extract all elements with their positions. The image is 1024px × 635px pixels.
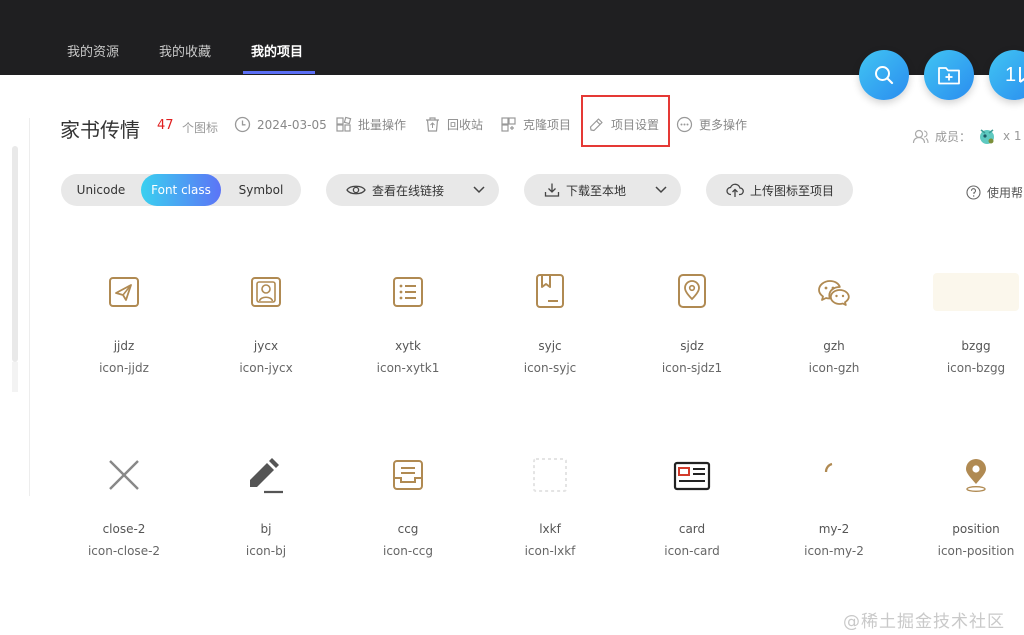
nav-tab-my-projects[interactable]: 我的项目	[251, 41, 303, 60]
search-button[interactable]	[859, 50, 909, 100]
dotted-square-icon[interactable]	[532, 457, 568, 497]
nav-tab-my-resources[interactable]: 我的资源	[67, 41, 119, 60]
pencil-icon[interactable]	[247, 456, 285, 498]
blank-icon[interactable]	[933, 273, 1019, 311]
active-tab-indicator	[243, 71, 315, 74]
members-icon	[912, 129, 929, 143]
help-link[interactable]: 使用帮	[966, 184, 1023, 201]
format-tab-font-class[interactable]: Font class	[141, 174, 221, 206]
icon-class: icon-xytk1	[376, 361, 440, 375]
format-switch: Unicode Font class Symbol	[61, 174, 301, 206]
icon-class: icon-sjdz1	[661, 361, 723, 375]
icon-count-label: 个图标	[182, 121, 219, 135]
icon-name: my-2	[818, 522, 850, 536]
vertical-divider	[29, 118, 30, 496]
icon-class: icon-lxkf	[524, 544, 576, 558]
partial-arc-icon[interactable]	[822, 460, 846, 488]
members-label: 成员：	[935, 129, 972, 144]
id-card-icon[interactable]	[250, 275, 282, 313]
avatar	[980, 129, 995, 144]
icon-class: icon-jjdz	[99, 361, 149, 375]
icon-name: ccg	[397, 522, 419, 536]
icon-name: xytk	[395, 339, 421, 353]
watermark: @稀土掘金技术社区	[843, 612, 1005, 632]
project-date: 2024-03-05	[234, 116, 327, 133]
cloud-upload-icon	[726, 183, 744, 197]
list-icon[interactable]	[392, 275, 424, 313]
icon-count: 47	[157, 118, 174, 133]
bookmark-book-icon[interactable]	[534, 273, 566, 313]
nav-tab-my-favorites[interactable]: 我的收藏	[159, 41, 211, 60]
icon-name: bzgg	[961, 339, 991, 353]
clock-icon	[234, 116, 251, 133]
arrow-icon	[1019, 67, 1024, 83]
question-icon	[966, 185, 981, 200]
icon-name: bj	[260, 522, 272, 536]
close-icon[interactable]	[107, 458, 141, 496]
more-operations-label: 更多操作	[699, 118, 748, 132]
pin-icon[interactable]	[963, 458, 989, 496]
icon-name: close-2	[102, 522, 146, 536]
settings-highlight-box	[581, 95, 670, 147]
members-count: x 1	[1003, 129, 1022, 143]
format-tab-unicode[interactable]: Unicode	[61, 174, 141, 206]
members-info[interactable]: 成员： x 1	[912, 126, 1022, 146]
batch-grid-icon	[336, 116, 352, 132]
add-folder-button[interactable]	[924, 50, 974, 100]
eye-icon	[346, 185, 366, 195]
wechat-icon[interactable]	[817, 278, 851, 310]
upload-fab-button[interactable]: 1	[989, 50, 1024, 100]
icon-name: sjdz	[680, 339, 704, 353]
chevron-down-icon	[473, 186, 485, 194]
inbox-icon[interactable]	[392, 459, 424, 495]
view-online-link-label: 查看在线链接	[372, 183, 445, 198]
download-icon	[544, 183, 560, 197]
icon-class: icon-position	[937, 544, 1015, 558]
icon-name: card	[678, 522, 706, 536]
icon-class: icon-card	[664, 544, 720, 558]
icon-class: icon-my-2	[804, 544, 864, 558]
side-scroll-track-end	[12, 362, 18, 392]
clone-project-button[interactable]: 克隆项目	[500, 116, 571, 133]
icon-name: lxkf	[539, 522, 561, 536]
paper-plane-icon[interactable]	[108, 275, 140, 313]
batch-operation-button[interactable]: 批量操作	[335, 116, 406, 133]
icon-class: icon-gzh	[808, 361, 860, 375]
search-icon	[875, 66, 894, 85]
chevron-down-icon	[655, 186, 667, 194]
icon-class: icon-bzgg	[946, 361, 1006, 375]
icon-name: syjc	[538, 339, 562, 353]
card-icon[interactable]	[673, 461, 711, 495]
download-local-label: 下载至本地	[566, 183, 627, 198]
icon-class: icon-jycx	[239, 361, 293, 375]
download-local-dropdown[interactable]: 下载至本地	[524, 174, 681, 206]
recycle-bin-button[interactable]: 回收站	[424, 116, 483, 133]
fab-label: 1	[1005, 63, 1017, 86]
side-scroll-track[interactable]	[12, 146, 18, 362]
format-tab-symbol[interactable]: Symbol	[221, 174, 301, 206]
icon-class: icon-syjc	[523, 361, 577, 375]
batch-operation-label: 批量操作	[358, 118, 407, 132]
icon-class: icon-close-2	[87, 544, 161, 558]
icon-name: gzh	[823, 339, 845, 353]
more-dots-icon	[676, 116, 693, 133]
icon-class: icon-bj	[245, 544, 287, 558]
clone-icon	[501, 117, 516, 132]
location-card-icon[interactable]	[676, 273, 708, 313]
icon-name: position	[952, 522, 1000, 536]
recycle-bin-label: 回收站	[447, 118, 484, 132]
upload-icons-button[interactable]: 上传图标至项目	[706, 174, 853, 206]
view-online-link-dropdown[interactable]: 查看在线链接	[326, 174, 499, 206]
clone-project-label: 克隆项目	[523, 118, 572, 132]
help-label: 使用帮	[987, 186, 1024, 200]
icon-class: icon-ccg	[382, 544, 434, 558]
project-title: 家书传情	[60, 118, 140, 142]
trash-icon	[426, 117, 439, 132]
upload-icons-label: 上传图标至项目	[750, 183, 835, 198]
more-operations-button[interactable]: 更多操作	[676, 116, 747, 133]
icon-name: jjdz	[113, 339, 135, 353]
project-date-text: 2024-03-05	[257, 117, 327, 132]
icon-name: jycx	[253, 339, 279, 353]
folder-add-icon	[938, 67, 960, 85]
